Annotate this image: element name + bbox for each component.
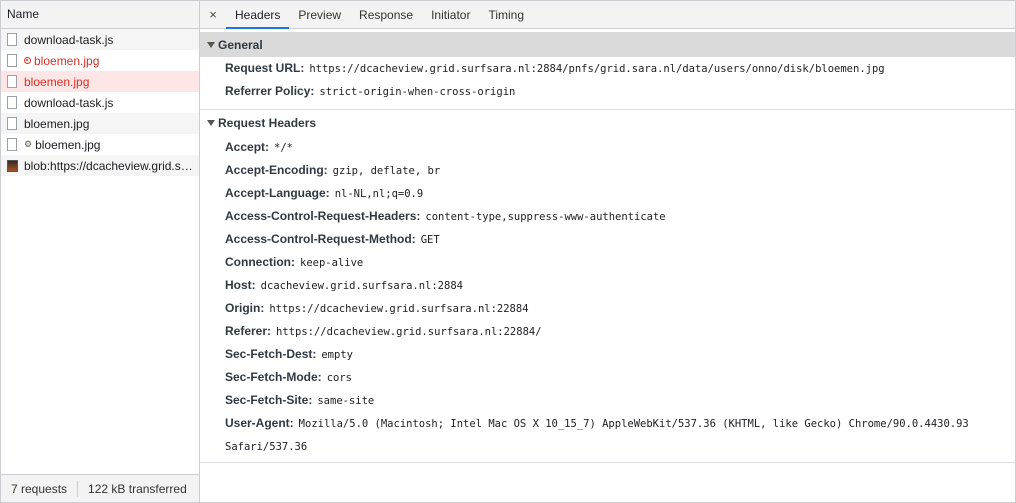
header-key: Access-Control-Request-Headers:	[225, 209, 421, 223]
header-value: keep-alive	[300, 257, 364, 269]
header-value: nl-NL,nl;q=0.9	[334, 188, 424, 200]
triangle-down-icon	[207, 41, 215, 48]
request-row[interactable]: bloemen.jpg	[1, 50, 199, 71]
header-row: Access-Control-Request-Headers: content-t…	[200, 205, 1015, 228]
header-row: Sec-Fetch-Mode: cors	[200, 366, 1015, 389]
header-value: dcacheview.grid.surfsara.nl:2884	[260, 280, 463, 292]
header-row: User-Agent: Mozilla/5.0 (Macintosh; Intel…	[200, 412, 1015, 458]
request-headers-title: Request Headers	[218, 115, 317, 130]
request-name: download-task.js	[24, 95, 114, 110]
header-key: Connection:	[225, 255, 295, 269]
request-headers-section-header[interactable]: Request Headers	[200, 110, 1015, 135]
request-name: download-task.js	[24, 32, 114, 47]
header-row: Request URL: https://dcacheview.grid.surf…	[200, 57, 1015, 80]
gear-icon: ⚙	[24, 139, 33, 149]
header-row: Referrer Policy: strict-origin-when-cross…	[200, 80, 1015, 103]
request-details-pane: × Headers Preview Response Initiator Tim…	[200, 1, 1015, 502]
triangle-down-icon	[207, 119, 215, 126]
header-value: cors	[326, 372, 352, 384]
header-value: gzip, deflate, br	[332, 165, 441, 177]
header-value: */*	[274, 142, 293, 154]
tab-timing[interactable]: Timing	[479, 1, 533, 28]
header-key: Origin:	[225, 301, 265, 315]
header-value: https://dcacheview.grid.surfsara.nl:2288…	[269, 303, 529, 315]
file-icon	[7, 138, 17, 151]
tab-preview[interactable]: Preview	[289, 1, 350, 28]
header-key: Accept-Encoding:	[225, 163, 328, 177]
request-list: download-task.js bloemen.jpg bloemen.jpg…	[1, 29, 199, 502]
devtools-network-panel: Name download-task.js bloemen.jpg bloeme…	[0, 0, 1016, 503]
close-icon[interactable]: ×	[200, 1, 226, 28]
header-key: Sec-Fetch-Site:	[225, 393, 313, 407]
name-column-header[interactable]: Name	[1, 1, 199, 29]
header-key: Host:	[225, 278, 256, 292]
request-headers-section: Accept: */* Accept-Encoding: gzip, deflate…	[200, 135, 1015, 458]
summary-status-bar: 7 requests 122 kB transferred	[1, 474, 199, 502]
request-name: bloemen.jpg	[24, 116, 90, 131]
header-row: Access-Control-Request-Method: GET	[200, 228, 1015, 251]
request-row[interactable]: download-task.js	[1, 92, 199, 113]
section-divider	[200, 462, 1015, 463]
general-section-title: General	[218, 37, 263, 52]
image-icon	[7, 159, 18, 172]
header-row: Connection: keep-alive	[200, 251, 1015, 274]
header-value: content-type,suppress-www-authenticate	[425, 211, 666, 223]
tab-headers[interactable]: Headers	[226, 1, 290, 29]
header-value: same-site	[317, 395, 375, 407]
header-value: https://dcacheview.grid.surfsara.nl:2288…	[276, 326, 542, 338]
header-key: Access-Control-Request-Method:	[225, 232, 416, 246]
header-row: Accept-Encoding: gzip, deflate, br	[200, 159, 1015, 182]
file-icon	[7, 33, 17, 46]
transferred-size: 122 kB transferred	[88, 481, 187, 496]
header-key: User-Agent:	[225, 416, 294, 430]
header-value: Mozilla/5.0 (Macintosh; Intel Mac OS X 1…	[225, 418, 969, 453]
request-name: bloemen.jpg	[35, 137, 101, 152]
details-tab-bar: × Headers Preview Response Initiator Tim…	[200, 1, 1015, 29]
header-key: Accept:	[225, 140, 270, 154]
header-row: Accept-Language: nl-NL,nl;q=0.9	[200, 182, 1015, 205]
request-row[interactable]: ⚙ bloemen.jpg	[1, 134, 199, 155]
header-key: Accept-Language:	[225, 186, 330, 200]
request-row[interactable]: blob:https://dcacheview.grid.surfsara.nl…	[1, 155, 199, 176]
error-icon	[24, 57, 31, 64]
request-row[interactable]: download-task.js	[1, 29, 199, 50]
header-key: Request URL:	[225, 61, 305, 75]
header-row: Referer: https://dcacheview.grid.surfsara…	[200, 320, 1015, 343]
request-name: bloemen.jpg	[34, 53, 100, 68]
header-key: Referer:	[225, 324, 272, 338]
header-row: Sec-Fetch-Dest: empty	[200, 343, 1015, 366]
header-value: GET	[420, 234, 440, 246]
header-row: Sec-Fetch-Site: same-site	[200, 389, 1015, 412]
tab-initiator[interactable]: Initiator	[422, 1, 479, 28]
header-key: Sec-Fetch-Dest:	[225, 347, 317, 361]
tab-response[interactable]: Response	[350, 1, 422, 28]
request-row-selected[interactable]: bloemen.jpg	[1, 71, 199, 92]
header-value: empty	[321, 349, 353, 361]
request-count: 7 requests	[11, 481, 68, 496]
file-icon	[7, 117, 17, 130]
file-icon	[7, 54, 17, 67]
general-section-header[interactable]: General	[200, 32, 1015, 57]
general-section: Request URL: https://dcacheview.grid.surf…	[200, 57, 1015, 105]
file-icon	[7, 75, 17, 88]
request-row[interactable]: bloemen.jpg	[1, 113, 199, 134]
header-value: strict-origin-when-cross-origin	[319, 86, 516, 98]
request-name: blob:https://dcacheview.grid.surfsara.nl…	[24, 158, 199, 173]
file-icon	[7, 96, 17, 109]
header-key: Sec-Fetch-Mode:	[225, 370, 322, 384]
header-row: Accept: */*	[200, 136, 1015, 159]
header-key: Referrer Policy:	[225, 84, 315, 98]
header-value: https://dcacheview.grid.surfsara.nl:2884…	[309, 63, 885, 75]
header-row: Origin: https://dcacheview.grid.surfsara.…	[200, 297, 1015, 320]
request-name: bloemen.jpg	[24, 74, 90, 89]
request-list-pane: Name download-task.js bloemen.jpg bloeme…	[1, 1, 200, 502]
header-row: Host: dcacheview.grid.surfsara.nl:2884	[200, 274, 1015, 297]
